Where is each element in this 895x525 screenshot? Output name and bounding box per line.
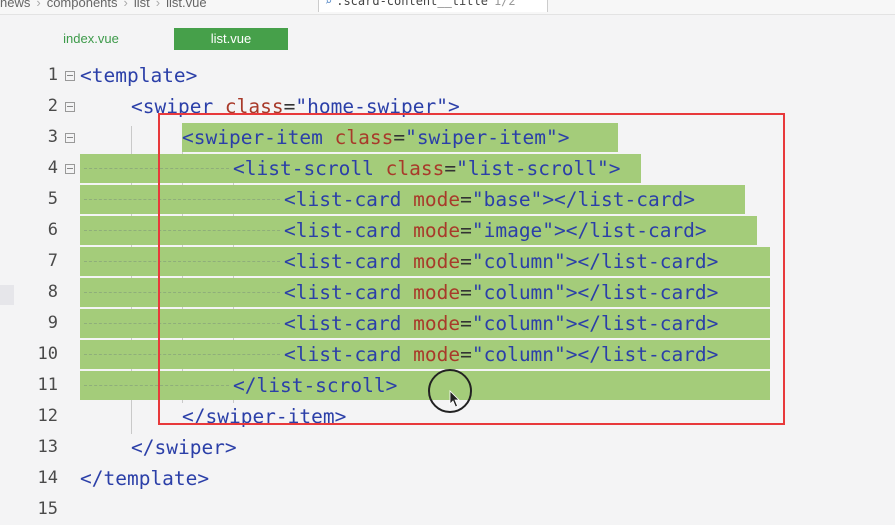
code-line[interactable]: 1 <template> bbox=[0, 60, 895, 91]
find-input[interactable]: ⌕ .scard-content__title 1/2 bbox=[318, 0, 548, 12]
tab-index-vue[interactable]: index.vue bbox=[34, 28, 148, 50]
code-token: </template> bbox=[80, 467, 210, 490]
line-number: 6 bbox=[47, 220, 58, 240]
line-number: 4 bbox=[47, 158, 58, 178]
search-icon: ⌕ bbox=[325, 0, 333, 8]
code-text: </swiper> bbox=[131, 432, 237, 463]
code-text: <template> bbox=[80, 60, 197, 91]
find-query: .scard-content__title bbox=[336, 0, 488, 8]
line-number: 9 bbox=[47, 313, 58, 333]
breadcrumb-item[interactable]: components bbox=[47, 0, 118, 10]
line-number: 8 bbox=[47, 282, 58, 302]
line-number: 1 bbox=[47, 65, 58, 85]
line-number: 5 bbox=[47, 189, 58, 209]
code-token: </swiper> bbox=[131, 436, 237, 459]
line-number: 2 bbox=[47, 96, 58, 116]
code-token: <template> bbox=[80, 64, 198, 87]
code-text: </template> bbox=[80, 463, 209, 494]
breadcrumb-item[interactable]: news bbox=[0, 0, 30, 10]
tab-list-vue[interactable]: list.vue bbox=[174, 28, 288, 50]
code-line[interactable]: 14 </template> bbox=[0, 463, 895, 494]
code-line[interactable]: 13 </swiper> bbox=[0, 432, 895, 463]
breadcrumb-item[interactable]: list bbox=[134, 0, 150, 10]
line-number: 11 bbox=[37, 375, 58, 395]
find-match-count: 1/2 bbox=[493, 0, 516, 8]
chevron-right-icon: › bbox=[155, 0, 161, 10]
fold-toggle-icon[interactable] bbox=[65, 71, 75, 81]
chevron-right-icon: › bbox=[36, 0, 41, 10]
top-bar: news › components › list › list.vue ⌕ .scard-co… bbox=[0, 0, 895, 15]
line-number: 15 bbox=[37, 499, 58, 519]
fold-toggle-icon[interactable] bbox=[65, 102, 75, 112]
breadcrumb: news › components › list › list.vue bbox=[0, 0, 207, 10]
code-line[interactable]: 15 bbox=[0, 494, 895, 525]
line-number: 14 bbox=[37, 468, 58, 488]
line-number: 12 bbox=[37, 406, 58, 426]
breadcrumb-item[interactable]: list.vue bbox=[166, 0, 206, 10]
line-number: 13 bbox=[37, 437, 58, 457]
tab-bar: index.vue list.vue bbox=[0, 15, 895, 57]
chevron-right-icon: › bbox=[123, 0, 128, 10]
line-number: 7 bbox=[47, 251, 58, 271]
line-number: 10 bbox=[37, 344, 58, 364]
fold-toggle-icon[interactable] bbox=[65, 133, 75, 143]
mouse-pointer-icon bbox=[449, 390, 460, 408]
selection-highlight-frame bbox=[158, 113, 785, 425]
fold-toggle-icon[interactable] bbox=[65, 164, 75, 174]
line-number: 3 bbox=[47, 127, 58, 147]
